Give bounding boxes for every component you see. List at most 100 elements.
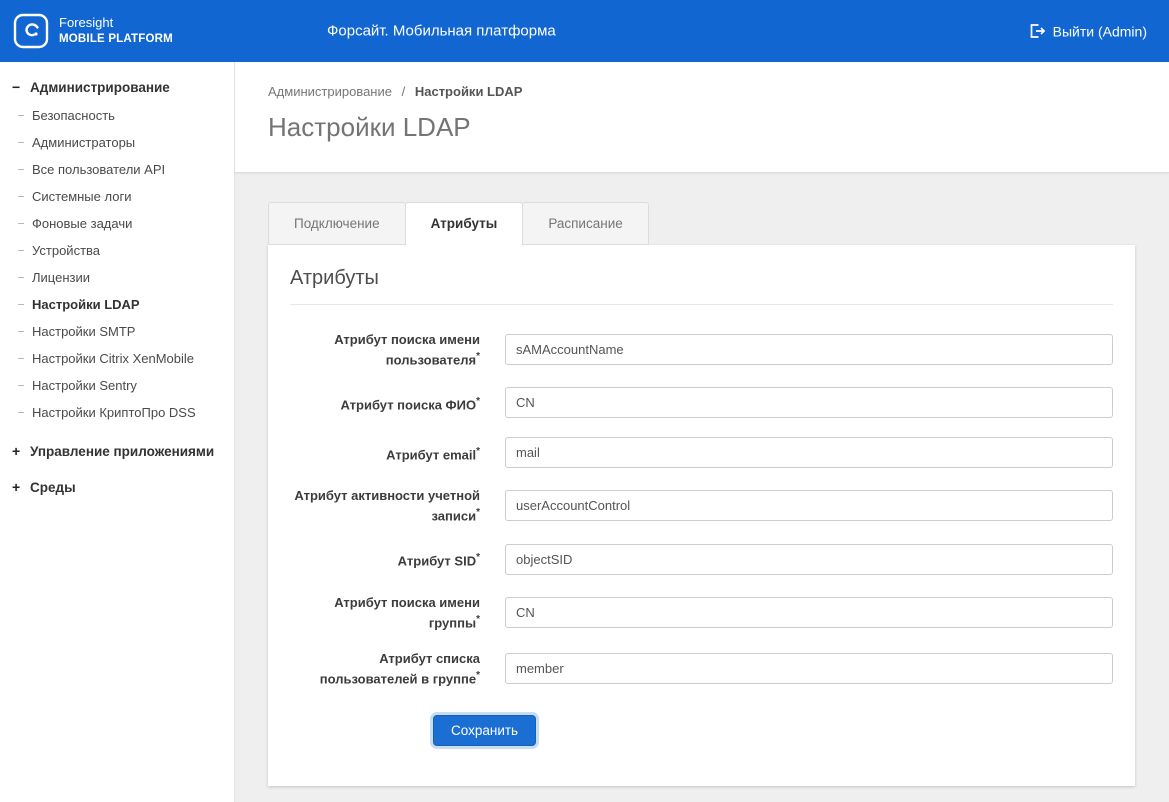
sidebar-item-sentry-settings[interactable]: Настройки Sentry [18, 372, 234, 399]
required-marker: * [476, 552, 480, 563]
tab-schedule[interactable]: Расписание [522, 202, 648, 245]
sidebar-item-system-logs[interactable]: Системные логи [18, 183, 234, 210]
sidebar-section-label: Администрирование [30, 80, 170, 95]
tab-connection[interactable]: Подключение [268, 202, 406, 245]
required-marker: * [476, 446, 480, 457]
sidebar-section-app-management: + Управление приложениями [0, 436, 234, 466]
field-wrap [505, 437, 1113, 468]
fullname-search-attribute-input[interactable] [505, 387, 1113, 418]
field-wrap [505, 387, 1113, 418]
sidebar-item-label: Настройки КриптоПро DSS [32, 405, 196, 420]
field-label-text: Атрибут поиска имени группы [334, 595, 480, 630]
sidebar-section-environments-header[interactable]: + Среды [0, 472, 234, 502]
breadcrumb-current: Настройки LDAP [415, 84, 523, 99]
page-title: Настройки LDAP [268, 112, 1136, 143]
sidebar-item-citrix-xenmobile-settings[interactable]: Настройки Citrix XenMobile [18, 345, 234, 372]
sidebar-item-ldap-settings[interactable]: Настройки LDAP [18, 291, 234, 318]
required-marker: * [476, 351, 480, 362]
sidebar-item-label: Устройства [32, 243, 100, 258]
sidebar-section-label: Среды [30, 480, 76, 495]
sidebar-item-security[interactable]: Безопасность [18, 102, 234, 129]
card-title: Атрибуты [290, 261, 1113, 305]
field-label: Атрибут SID* [290, 549, 480, 569]
attributes-card: Атрибуты Атрибут поиска имени пользовате… [268, 245, 1135, 786]
sidebar-item-label: Фоновые задачи [32, 216, 132, 231]
form-row: Атрибут активности учетной записи* [290, 487, 1113, 524]
collapse-icon[interactable]: − [12, 79, 26, 95]
field-wrap [505, 334, 1113, 365]
sidebar-section-administration-header[interactable]: − Администрирование [0, 72, 234, 102]
sidebar-children: Безопасность Администраторы Все пользова… [0, 102, 234, 430]
save-button[interactable]: Сохранить [433, 715, 536, 746]
form-row: Атрибут поиска имени группы* [290, 594, 1113, 631]
form-row: Атрибут email* [290, 437, 1113, 468]
field-label: Атрибут списка пользователей в группе* [290, 650, 480, 687]
field-label: Атрибут поиска ФИО* [290, 393, 480, 413]
sidebar-item-cryptopro-dss-settings[interactable]: Настройки КриптоПро DSS [18, 399, 234, 426]
sidebar-item-label: Системные логи [32, 189, 131, 204]
content-area: Подключение Атрибуты Расписание Атрибуты… [235, 173, 1169, 786]
logout-icon [1028, 23, 1045, 40]
field-label-text: Атрибут SID [398, 553, 476, 568]
account-activity-attribute-input[interactable] [505, 490, 1113, 521]
tree-node-icon [18, 331, 24, 332]
breadcrumb-separator: / [402, 84, 406, 99]
sidebar-item-label: Все пользователи API [32, 162, 165, 177]
logout-label: Выйти (Admin) [1053, 23, 1147, 39]
field-wrap [505, 490, 1113, 521]
group-members-attribute-input[interactable] [505, 653, 1113, 684]
sidebar-item-label: Безопасность [32, 108, 115, 123]
foresight-logo-icon [13, 13, 49, 49]
form-row: Атрибут списка пользователей в группе* [290, 650, 1113, 687]
breadcrumb-parent-link[interactable]: Администрирование [268, 84, 392, 99]
field-label-text: Атрибут списка пользователей в группе [320, 651, 480, 686]
form-row: Атрибут SID* [290, 544, 1113, 575]
required-marker: * [476, 614, 480, 625]
sidebar-section-environments: + Среды [0, 472, 234, 502]
tree-node-icon [18, 115, 24, 116]
field-wrap [505, 653, 1113, 684]
sidebar-section-label: Управление приложениями [30, 444, 214, 459]
sidebar-item-devices[interactable]: Устройства [18, 237, 234, 264]
brand-logo[interactable]: Foresight MOBILE PLATFORM [0, 13, 225, 49]
tree-node-icon [18, 223, 24, 224]
field-wrap [505, 544, 1113, 575]
tree-node-icon [18, 169, 24, 170]
expand-icon[interactable]: + [12, 443, 26, 459]
breadcrumb: Администрирование / Настройки LDAP [268, 84, 1136, 99]
sidebar: − Администрирование Безопасность Админис… [0, 62, 235, 802]
tree-node-icon [18, 358, 24, 359]
sidebar-item-administrators[interactable]: Администраторы [18, 129, 234, 156]
tree-node-icon [18, 412, 24, 413]
sidebar-item-licenses[interactable]: Лицензии [18, 264, 234, 291]
sidebar-item-smtp-settings[interactable]: Настройки SMTP [18, 318, 234, 345]
brand-text: Foresight MOBILE PLATFORM [59, 15, 173, 47]
form-row: Атрибут поиска имени пользователя* [290, 331, 1113, 368]
tree-node-icon [18, 142, 24, 143]
sidebar-item-label: Настройки Citrix XenMobile [32, 351, 194, 366]
tab-attributes[interactable]: Атрибуты [405, 202, 524, 246]
sidebar-item-background-tasks[interactable]: Фоновые задачи [18, 210, 234, 237]
top-bar: Foresight MOBILE PLATFORM Форсайт. Мобил… [0, 0, 1169, 62]
username-search-attribute-input[interactable] [505, 334, 1113, 365]
expand-icon[interactable]: + [12, 479, 26, 495]
form-row: Атрибут поиска ФИО* [290, 387, 1113, 418]
sid-attribute-input[interactable] [505, 544, 1113, 575]
field-wrap [505, 597, 1113, 628]
tree-node-icon [18, 304, 24, 305]
required-marker: * [476, 396, 480, 407]
app-title: Форсайт. Мобильная платформа [327, 23, 556, 40]
field-label-text: Атрибут поиска имени пользователя [334, 332, 480, 367]
sidebar-item-label: Администраторы [32, 135, 135, 150]
field-label: Атрибут email* [290, 443, 480, 463]
sidebar-item-api-users[interactable]: Все пользователи API [18, 156, 234, 183]
group-name-search-attribute-input[interactable] [505, 597, 1113, 628]
tree-node-icon [18, 250, 24, 251]
sidebar-section-app-management-header[interactable]: + Управление приложениями [0, 436, 234, 466]
sidebar-item-label: Настройки LDAP [32, 297, 140, 312]
sidebar-item-label: Лицензии [32, 270, 90, 285]
logout-button[interactable]: Выйти (Admin) [1028, 23, 1147, 40]
page-header: Администрирование / Настройки LDAP Настр… [235, 62, 1169, 173]
email-attribute-input[interactable] [505, 437, 1113, 468]
field-label-text: Атрибут поиска ФИО [340, 397, 476, 412]
